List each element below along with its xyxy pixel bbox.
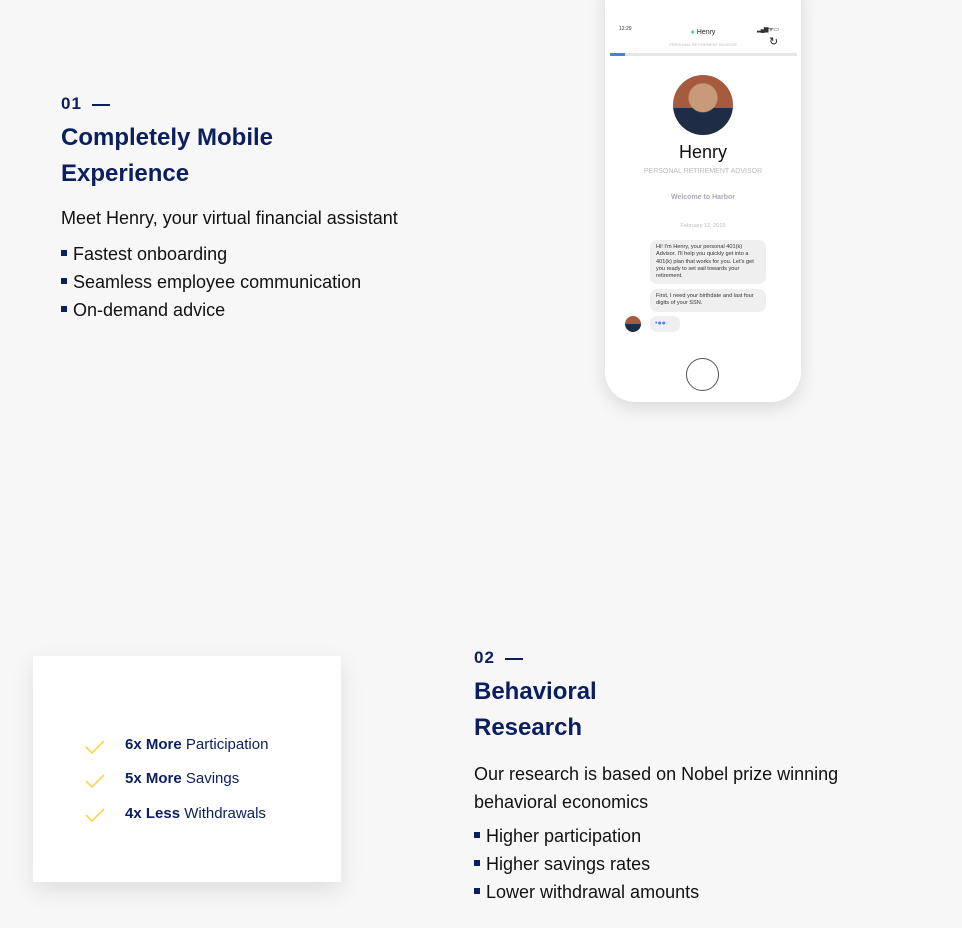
profile-subtitle: PERSONAL RETIREMENT ADVISOR [643,168,763,175]
section-body: Meet Henry, your virtual financial assis… [61,208,398,228]
small-avatar [625,316,641,332]
list-item: Seamless employee communication [61,268,361,296]
section-title: Behavioral Research [474,678,597,741]
list-item: Lower withdrawal amounts [474,878,699,906]
check-icon [85,740,105,754]
section-number: 01 [61,94,110,114]
section-number: 02 [474,648,523,668]
stat-item: 4x Less Withdrawals [125,805,266,822]
profile-name: Henry [678,142,727,162]
online-dot-icon: ● [690,29,695,36]
list-item: Higher savings rates [474,850,699,878]
advisor-avatar [673,75,733,135]
section-body: Our research is based on Nobel prize win… [474,764,839,812]
check-icon [85,774,105,788]
feature-list: Higher participation Higher savings rate… [474,822,699,906]
typing-indicator: •●● [650,316,680,332]
chat-date: February 12, 2019 [680,223,726,229]
check-icon [85,808,105,822]
progress-bar [610,53,797,56]
home-button[interactable] [686,358,719,391]
section-title: Completely Mobile Experience [61,124,274,187]
stats-card: 6x More Participation 5x More Savings 4x… [33,656,341,882]
stat-item: 6x More Participation [125,736,269,753]
list-item: On-demand advice [61,296,361,324]
list-item: Fastest onboarding [61,240,361,268]
welcome-text: Welcome to Harbor [670,194,736,201]
phone-mockup: 12:29 ▂▄▆ ᯤ ▭ ● Henry PERSONAL RETIREMEN… [605,0,801,402]
list-item: Higher participation [474,822,699,850]
stat-item: 5x More Savings [125,770,240,787]
refresh-icon[interactable]: ↻ [769,35,778,48]
feature-list: Fastest onboarding Seamless employee com… [61,240,361,324]
chat-message: Hi! I'm Henry, your personal 401(k) Advi… [650,240,766,285]
chat-message: First, I need your birthdate and last fo… [650,289,766,312]
